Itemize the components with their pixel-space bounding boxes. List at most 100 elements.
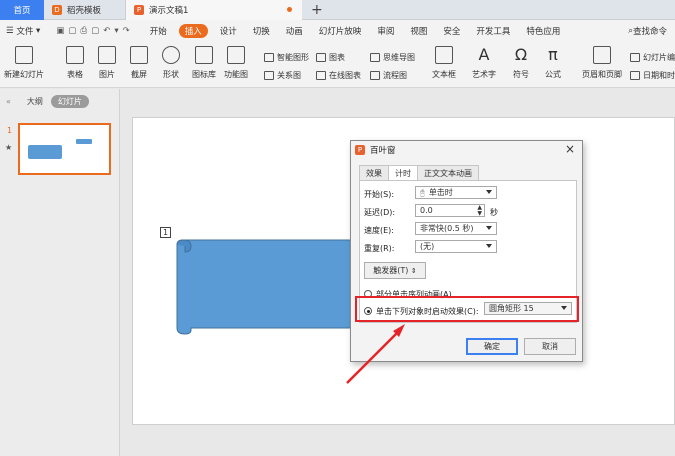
delay-label: 延迟(D): bbox=[364, 208, 396, 217]
search-command[interactable]: ⌕ 查找命令 bbox=[620, 20, 675, 42]
slide-navigation-pane: « 大纲 幻灯片 1 ★ bbox=[0, 89, 120, 456]
datetime-label: 日期和时 bbox=[643, 71, 675, 80]
slide-number-button[interactable]: 幻灯片编 bbox=[630, 52, 675, 63]
chart-button[interactable]: 图表 bbox=[316, 52, 345, 63]
menu-3[interactable]: 切换 bbox=[245, 20, 278, 42]
header-footer-button[interactable]: 页眉和页脚 bbox=[582, 46, 622, 80]
thumbnail-preview bbox=[28, 139, 92, 159]
screenshot-button[interactable]: 截屏 bbox=[130, 46, 148, 80]
menu-5[interactable]: 幻灯片放映 bbox=[311, 20, 370, 42]
flowchart-label: 流程图 bbox=[383, 71, 407, 80]
menu-7[interactable]: 视图 bbox=[402, 20, 435, 42]
trigger-button[interactable]: 触发器(T) ⇕ bbox=[364, 262, 426, 279]
tab-template[interactable]: D 稻壳模板 bbox=[44, 0, 126, 20]
tab-document[interactable]: P 演示文稿1 bbox=[126, 0, 302, 20]
collapse-pane-icon[interactable]: « bbox=[6, 97, 11, 106]
table-button[interactable]: 表格 bbox=[66, 46, 84, 80]
animation-order-tag[interactable]: 1 bbox=[160, 227, 171, 238]
shape-label: 形状 bbox=[163, 70, 179, 79]
mouse-click-icon: 🖰 bbox=[420, 187, 425, 197]
spinner-icon[interactable]: ▲ ▼ bbox=[477, 205, 482, 217]
delay-stepper[interactable]: 0.0 ▲ ▼ bbox=[415, 204, 485, 217]
omega-icon: Ω bbox=[514, 45, 528, 64]
search-command-label: 查找命令 bbox=[632, 27, 667, 37]
delay-unit: 秒 bbox=[490, 208, 498, 217]
tab-document-label: 演示文稿1 bbox=[149, 6, 189, 16]
speed-select[interactable]: 非常快(0.5 秒) bbox=[415, 222, 497, 235]
shape-icon bbox=[162, 46, 180, 64]
menu-0[interactable]: 开始 bbox=[142, 20, 175, 42]
quick-access-toolbar[interactable]: ▣▢⎙▢↶▾↷ bbox=[48, 20, 141, 42]
mindmap-button[interactable]: 思维导图 bbox=[370, 52, 415, 63]
textbox-button[interactable]: 文本框 bbox=[432, 46, 456, 80]
ok-label: 确定 bbox=[484, 342, 500, 351]
function-chart-icon bbox=[227, 46, 245, 64]
tab-outline[interactable]: 大纲 bbox=[27, 96, 43, 107]
symbol-button[interactable]: Ω 符号 bbox=[512, 46, 530, 80]
insert-ribbon: 新建幻灯片 表格 图片 截屏 形状 图标库 功能图 智能图形 关系图 图表 在线… bbox=[0, 42, 675, 88]
hamburger-file-menu[interactable]: ☰ 文件 ▾ bbox=[0, 20, 48, 42]
status-area bbox=[121, 427, 675, 456]
tab-home[interactable]: 首页 bbox=[0, 0, 44, 20]
docer-logo-icon: D bbox=[52, 5, 62, 15]
close-icon[interactable]: × bbox=[565, 142, 575, 156]
new-tab-plus-icon[interactable]: + bbox=[311, 2, 323, 18]
shape-button[interactable]: 形状 bbox=[162, 46, 180, 80]
relation-chart-button[interactable]: 关系图 bbox=[264, 70, 301, 81]
chevron-down-icon bbox=[486, 244, 492, 248]
menu-10[interactable]: 特色应用 bbox=[518, 20, 568, 42]
icon-library-icon bbox=[195, 46, 213, 64]
new-slide-button[interactable]: 新建幻灯片 bbox=[4, 46, 44, 80]
datetime-button[interactable]: 日期和时 bbox=[630, 70, 675, 81]
picture-button[interactable]: 图片 bbox=[98, 46, 116, 80]
online-chart-button[interactable]: 在线图表 bbox=[316, 70, 361, 81]
icon-library-button[interactable]: 图标库 bbox=[192, 46, 216, 80]
speed-value: 非常快(0.5 秒) bbox=[420, 224, 474, 233]
slide-number-label: 幻灯片编 bbox=[643, 53, 675, 62]
wordart-label: 艺术字 bbox=[472, 70, 496, 79]
chart-label: 图表 bbox=[329, 53, 345, 62]
smart-shape-button[interactable]: 智能图形 bbox=[264, 52, 309, 63]
title-tab-bar: 首页 D 稻壳模板 P 演示文稿1 + bbox=[0, 0, 675, 20]
presentation-icon: P bbox=[355, 145, 365, 155]
dialog-tabs: 效果 计时 正文文本动画 bbox=[359, 165, 479, 181]
main-menu-items: 开始 插入 设计 切换 动画 幻灯片放映 审阅 视图 安全 开发工具 特色应用 bbox=[142, 20, 569, 42]
flowchart-button[interactable]: 流程图 bbox=[370, 70, 407, 81]
screenshot-label: 截屏 bbox=[131, 70, 147, 79]
tab-slides[interactable]: 幻灯片 bbox=[50, 95, 89, 108]
ok-button[interactable]: 确定 bbox=[466, 338, 518, 355]
animation-star-icon: ★ bbox=[5, 143, 13, 152]
calendar-icon bbox=[630, 71, 640, 80]
menu-2[interactable]: 设计 bbox=[212, 20, 245, 42]
formula-button[interactable]: π 公式 bbox=[544, 46, 562, 80]
menu-6[interactable]: 审阅 bbox=[369, 20, 402, 42]
start-value: 单击时 bbox=[428, 188, 453, 197]
menu-8[interactable]: 安全 bbox=[435, 20, 468, 42]
wordart-button[interactable]: A 艺术字 bbox=[472, 46, 496, 80]
dialog-title: 百叶窗 bbox=[370, 146, 396, 156]
formula-label: 公式 bbox=[545, 70, 561, 79]
dialog-tab-1[interactable]: 计时 bbox=[388, 165, 418, 181]
menu-9[interactable]: 开发工具 bbox=[468, 20, 518, 42]
online-chart-icon bbox=[316, 71, 326, 80]
function-chart-button[interactable]: 功能图 bbox=[224, 46, 248, 80]
tab-home-label: 首页 bbox=[13, 6, 31, 16]
new-slide-icon bbox=[15, 46, 33, 64]
menu-1[interactable]: 插入 bbox=[178, 24, 208, 38]
table-icon bbox=[66, 46, 84, 64]
mindmap-label: 思维导图 bbox=[383, 53, 415, 62]
dialog-tab-2[interactable]: 正文文本动画 bbox=[417, 165, 479, 180]
repeat-select[interactable]: (无) bbox=[415, 240, 497, 253]
start-select[interactable]: 🖰 单击时 bbox=[415, 186, 497, 199]
chart-icon bbox=[316, 53, 326, 62]
slide-thumbnail[interactable] bbox=[18, 123, 111, 175]
relation-chart-icon bbox=[264, 71, 274, 80]
menu-4[interactable]: 动画 bbox=[278, 20, 311, 42]
flowchart-icon bbox=[370, 71, 380, 80]
dialog-tab-0[interactable]: 效果 bbox=[359, 165, 389, 180]
cancel-button[interactable]: 取消 bbox=[524, 338, 576, 355]
smart-shape-label: 智能图形 bbox=[277, 53, 309, 62]
unsaved-dot-icon bbox=[287, 7, 292, 12]
mindmap-icon bbox=[370, 53, 380, 62]
textbox-label: 文本框 bbox=[432, 70, 456, 79]
